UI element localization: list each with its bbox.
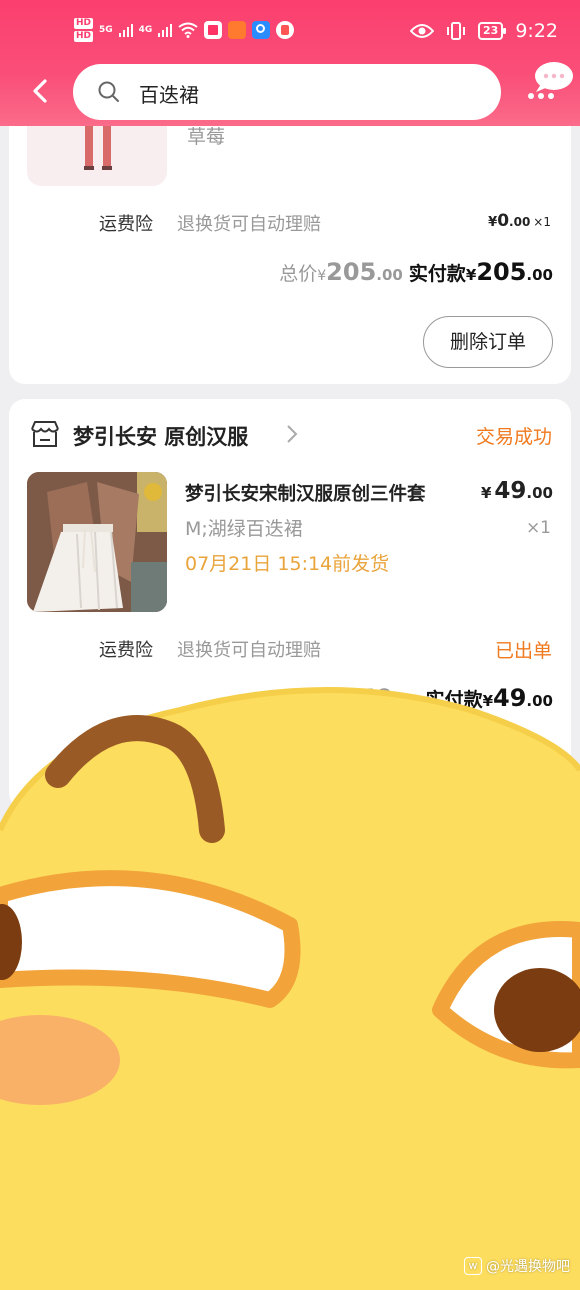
insurance-label-2: 运费险 <box>99 640 153 661</box>
taobao-app-icon <box>228 21 247 39</box>
hd-badge-1: HD <box>74 18 94 29</box>
shield-app-icon <box>276 21 295 39</box>
paid-dec: .00 <box>526 266 553 284</box>
total-yen: ¥ <box>317 268 327 284</box>
product-price-yen: ¥ <box>480 484 492 502</box>
product-title[interactable]: 梦引长安宋制汉服原创三件套 <box>185 480 471 506</box>
message-bubble-icon[interactable] <box>524 60 576 106</box>
paid-int: 205 <box>476 258 527 286</box>
search-icon <box>98 81 119 102</box>
vibrate-icon <box>447 22 466 40</box>
clock: 9:22 <box>515 20 558 42</box>
insurance-price: ¥ 0 .00 ×1 <box>488 211 551 231</box>
watermark-text: @光遇换物吧 <box>486 1259 570 1275</box>
smirking-face-sticker <box>0 687 580 1290</box>
insurance-desc: 退换货可自动理赔 <box>177 214 321 235</box>
product-thumbnail-2[interactable] <box>27 472 167 612</box>
order-card-1: 草莓 运费险 退换货可自动理赔 ¥ 0 .00 ×1 总价 ¥ 205 .00 … <box>9 96 571 384</box>
back-chevron-icon[interactable] <box>24 74 58 108</box>
total-dec: .00 <box>376 266 403 284</box>
watermark: w @光遇换物吧 <box>464 1256 570 1276</box>
product-name-partial: 草莓 <box>187 126 226 148</box>
insurance-status: 已出单 <box>494 640 552 662</box>
insurance-qty: ×1 <box>533 215 551 229</box>
signal-icon-2 <box>158 23 173 37</box>
product-price-int: 49 <box>494 478 527 504</box>
network-label-2: 4G <box>138 25 153 35</box>
search-bar[interactable]: 百迭裙 <box>73 64 501 120</box>
delete-order-button[interactable]: 删除订单 <box>423 316 553 368</box>
book-app-icon <box>204 21 223 39</box>
signal-icon <box>118 23 133 37</box>
total-label: 总价 <box>279 263 318 285</box>
wifi-icon <box>178 22 198 38</box>
product-sku: M;湖绿百迭裙 <box>185 518 303 540</box>
hd-badges: HD HD <box>74 18 94 42</box>
insurance-desc-2: 退换货可自动理赔 <box>177 640 321 661</box>
ship-deadline: 07月21日 15:14前发货 <box>185 553 390 575</box>
insurance-price-dec: .00 <box>509 215 531 229</box>
product-price: ¥ 49 .00 <box>481 478 553 504</box>
status-right-group: 23 9:22 <box>410 20 558 42</box>
eye-icon <box>410 24 435 38</box>
search-app-icon <box>252 21 271 39</box>
insurance-price-int: 0 <box>497 211 510 231</box>
status-bar: HD HD 5G 4G 23 9:22 <box>0 14 580 54</box>
battery-icon: 23 <box>478 22 507 40</box>
product-price-dec: .00 <box>526 484 553 502</box>
paid-label: 实付款 <box>408 263 466 285</box>
order-status: 交易成功 <box>475 426 552 448</box>
store-icon <box>31 421 59 447</box>
insurance-price-yen: ¥ <box>488 215 498 230</box>
insurance-label: 运费险 <box>99 214 153 235</box>
hanfu-photo-icon <box>27 472 167 612</box>
paid-yen: ¥ <box>465 266 477 284</box>
top-header: HD HD 5G 4G 23 9:22 百迭裙 <box>0 0 580 126</box>
total-int: 205 <box>326 258 377 286</box>
status-left-group: HD HD 5G 4G <box>74 18 295 42</box>
weibo-logo-icon: w <box>464 1257 482 1275</box>
order-total-row-1: 总价 ¥ 205 .00 实付款 ¥ 205 .00 <box>279 258 553 286</box>
hd-badge-2: HD <box>74 31 94 42</box>
chevron-right-icon[interactable] <box>285 421 299 447</box>
product-quantity: ×1 <box>525 518 551 538</box>
shop-name[interactable]: 梦引长安 原创汉服 <box>73 421 248 451</box>
network-label-1: 5G <box>99 25 113 35</box>
search-input[interactable]: 百迭裙 <box>139 79 199 108</box>
